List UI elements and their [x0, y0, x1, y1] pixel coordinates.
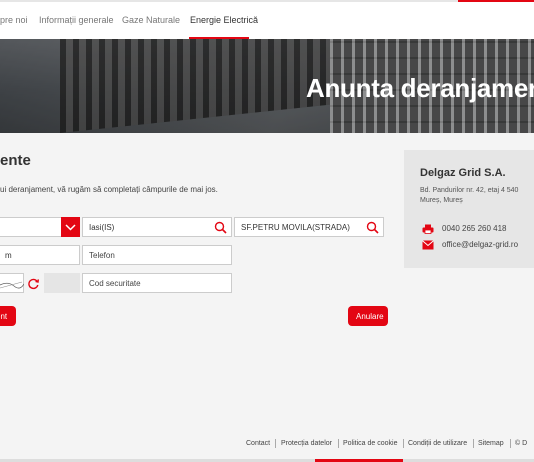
footer-copyright: © D — [515, 440, 528, 447]
contact-card: Delgaz Grid S.A. Bd. Pandurilor nr. 42, … — [404, 150, 534, 268]
search-icon[interactable] — [214, 221, 227, 234]
locality-input[interactable]: Iasi(IS) — [82, 217, 232, 237]
footer-link-protectia-datelor[interactable]: Protecția datelor — [281, 440, 332, 447]
main-navigation: pre noi Informații generale Gaze Natural… — [0, 2, 534, 39]
search-icon[interactable] — [366, 221, 379, 234]
footer-separator — [473, 439, 474, 448]
footer-separator — [338, 439, 339, 448]
footer-link-sitemap[interactable]: Sitemap — [478, 440, 504, 447]
captcha-area — [44, 273, 80, 293]
street-value: SF.PETRU MOVILA(STRADA) — [241, 223, 350, 232]
footer-link-politica-cookie[interactable]: Politica de cookie — [343, 440, 397, 447]
name-value: m — [5, 251, 12, 260]
send-button-label: ent — [0, 312, 8, 321]
form-intro: ui deranjament, vă rugăm să completați c… — [0, 185, 218, 194]
security-code-placeholder: Cod securitate — [89, 279, 141, 288]
company-address: Bd. Pandurilor nr. 42, etaj 4 540 — [420, 187, 519, 194]
nav-item-informatii-generale[interactable]: Informații generale — [39, 15, 114, 25]
captcha-image — [0, 273, 25, 293]
fax-icon — [422, 224, 434, 234]
company-city: Mureș, Mureș — [420, 197, 463, 204]
mail-icon — [422, 240, 434, 250]
company-email[interactable]: office@delgaz-grid.ro — [442, 240, 518, 249]
refresh-icon[interactable] — [27, 277, 40, 290]
chevron-down-icon — [65, 224, 76, 231]
footer-separator — [510, 439, 511, 448]
form-title: ente — [0, 152, 31, 169]
hero-banner: Anunta deranjament — [0, 39, 534, 133]
nav-item-energie-electrica[interactable]: Energie Electrică — [190, 15, 258, 25]
nav-item-gaze-naturale[interactable]: Gaze Naturale — [122, 15, 180, 25]
county-select[interactable] — [0, 217, 63, 237]
nav-item-despre-noi[interactable]: pre noi — [0, 15, 28, 25]
company-phone[interactable]: 0040 265 260 418 — [442, 224, 507, 233]
footer-link-contact[interactable]: Contact — [246, 440, 270, 447]
footer-link-conditii-utilizare[interactable]: Condiții de utilizare — [408, 440, 467, 447]
security-code-input[interactable]: Cod securitate — [82, 273, 232, 293]
company-name: Delgaz Grid S.A. — [420, 167, 506, 179]
name-input[interactable]: m — [0, 245, 80, 265]
locality-value: Iasi(IS) — [89, 223, 115, 232]
send-button[interactable]: ent — [0, 306, 16, 326]
hero-title: Anunta deranjament — [306, 73, 534, 103]
footer-separator — [275, 439, 276, 448]
street-input[interactable]: SF.PETRU MOVILA(STRADA) — [234, 217, 384, 237]
phone-placeholder: Telefon — [89, 251, 115, 260]
footer-separator — [403, 439, 404, 448]
cancel-button[interactable]: Anulare — [348, 306, 388, 326]
phone-input[interactable]: Telefon — [82, 245, 232, 265]
cancel-button-label: Anulare — [356, 312, 384, 321]
county-dropdown-button[interactable] — [61, 217, 80, 237]
